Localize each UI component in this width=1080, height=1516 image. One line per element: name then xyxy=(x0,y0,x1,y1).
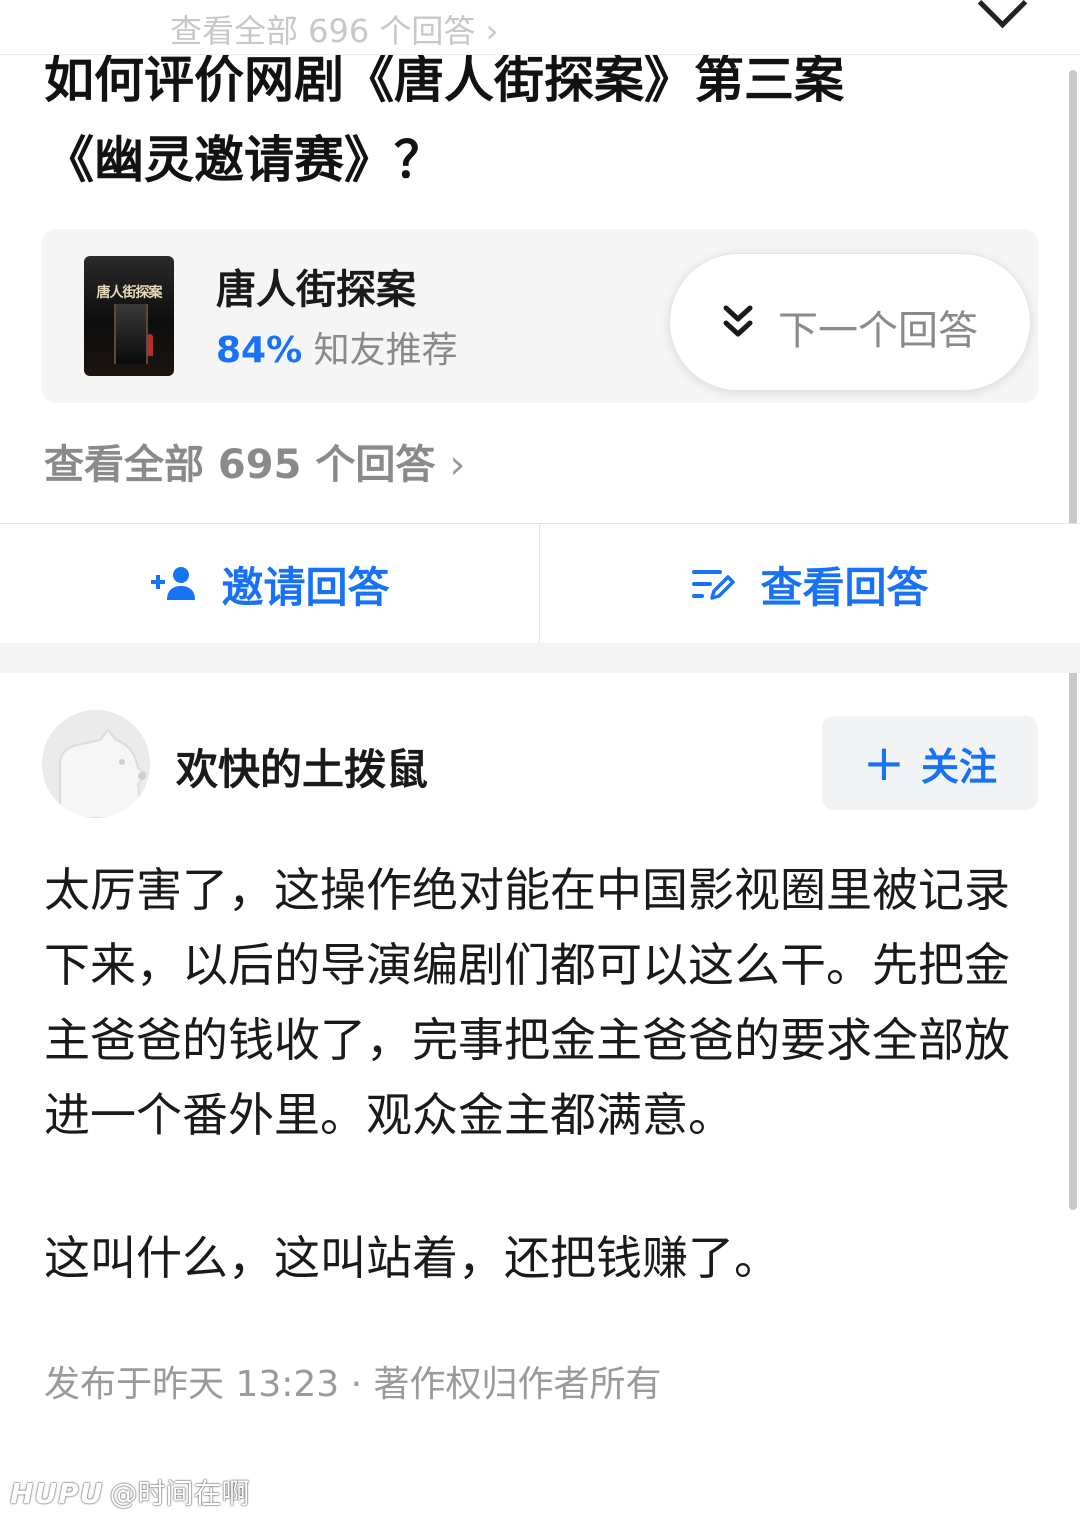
view-answers-label: 查看回答 xyxy=(760,562,929,612)
poster-corridor-graphic xyxy=(114,304,148,364)
question-title-line1: 如何评价网剧《唐人街探案》第三案 xyxy=(44,51,844,109)
invite-answer-button[interactable]: 邀请回答 xyxy=(0,524,539,644)
follow-label: 关注 xyxy=(920,744,997,789)
back-arrow-icon[interactable] xyxy=(977,0,1028,29)
show-rating: 84% 知友推荐 xyxy=(216,321,458,373)
answer-body[interactable]: 太厉害了，这操作绝对能在中国影视圈里被记录下来，以后的导演编剧们都可以这么干。先… xyxy=(44,853,1034,1296)
top-bar: 查看全部 696 个回答 › xyxy=(0,0,1080,55)
answer-meta: 发布于昨天 13:23 · 著作权归作者所有 xyxy=(44,1364,662,1405)
plus-icon: + xyxy=(863,734,905,792)
sticky-answer-count[interactable]: 查看全部 696 个回答 › xyxy=(170,6,498,52)
watermark: HUPU @时间在啊 xyxy=(10,1472,249,1512)
next-answer-button[interactable]: 下一个回答 xyxy=(669,253,1031,391)
show-name: 唐人街探案 xyxy=(216,267,416,313)
rating-label: 知友推荐 xyxy=(313,330,458,371)
rating-percent: 84% xyxy=(216,330,303,371)
default-avatar-icon xyxy=(42,710,150,818)
question-title-line2: 《幽灵邀请赛》？ xyxy=(44,131,444,189)
section-divider xyxy=(0,643,1080,673)
next-answer-label: 下一个回答 xyxy=(778,308,978,354)
watermark-brand: HUPU xyxy=(10,1477,104,1510)
invite-answer-label: 邀请回答 xyxy=(221,562,390,612)
author-name[interactable]: 欢快的土拨鼠 xyxy=(176,736,428,797)
watermark-handle: @时间在啊 xyxy=(109,1477,250,1510)
edit-list-icon xyxy=(692,570,736,600)
answer-paragraph: 太厉害了，这操作绝对能在中国影视圈里被记录下来，以后的导演编剧们都可以这么干。先… xyxy=(44,863,1010,1142)
view-all-answers-link[interactable]: 查看全部 695 个回答 › xyxy=(44,432,465,490)
poster-figure-graphic xyxy=(147,334,153,356)
poster-title: 唐人街探案 xyxy=(96,285,163,301)
show-poster: 唐人街探案 xyxy=(84,256,174,376)
double-chevron-down-icon xyxy=(723,305,753,337)
chevron-right-icon: › xyxy=(449,442,466,488)
view-answers-button[interactable]: 查看回答 xyxy=(540,524,1079,644)
answer-paragraph: 这叫什么，这叫站着，还把钱赚了。 xyxy=(44,1231,780,1285)
action-bar: 邀请回答 查看回答 xyxy=(0,523,1080,644)
follow-button[interactable]: + 关注 xyxy=(822,716,1038,810)
view-all-label: 查看全部 695 个回答 xyxy=(44,442,436,488)
add-person-icon xyxy=(151,567,196,600)
avatar[interactable] xyxy=(42,710,150,818)
question-title[interactable]: 如何评价网剧《唐人街探案》第三案 《幽灵邀请赛》？ xyxy=(44,40,1034,200)
